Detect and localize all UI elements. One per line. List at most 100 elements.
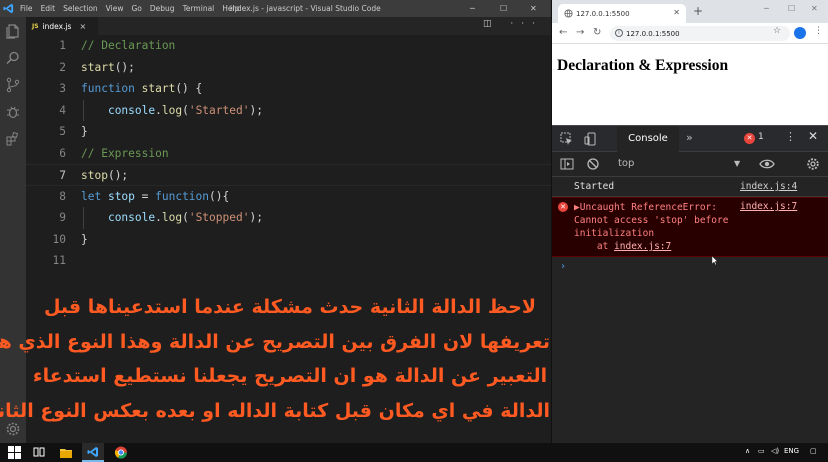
chevron-down-icon[interactable]: ▼	[734, 159, 740, 168]
inspect-element-icon[interactable]	[560, 132, 574, 146]
devtools-menu-icon[interactable]: ⋮	[785, 130, 796, 143]
code-line[interactable]: 11	[26, 250, 551, 272]
code-line[interactable]: 3 function start() {	[26, 78, 551, 100]
code-line[interactable]: 6 // Expression	[26, 143, 551, 165]
console-prompt[interactable]: ›	[560, 261, 566, 272]
menu-item-edit[interactable]: Edit	[37, 4, 60, 13]
code-token: (	[182, 103, 189, 117]
log-source-link[interactable]: index.js:4	[740, 181, 797, 192]
menu-item-selection[interactable]: Selection	[59, 4, 102, 13]
bookmark-star-icon[interactable]: ☆	[773, 26, 781, 36]
profile-avatar-icon[interactable]	[794, 27, 806, 39]
code-text: console.log('Started');	[81, 100, 263, 122]
device-toolbar-icon[interactable]	[584, 132, 598, 146]
error-line-1[interactable]: ▶Uncaught ReferenceError:	[574, 201, 717, 214]
network-icon[interactable]: ▭	[758, 447, 765, 455]
code-line[interactable]: 5}	[26, 121, 551, 143]
menu-item-file[interactable]: File	[16, 4, 37, 13]
tray-arrow-icon[interactable]: ∧	[745, 447, 750, 455]
code-line[interactable]: 2 start();	[26, 57, 551, 79]
menu-bar: File Edit Selection View Go Debug Terminal Help	[16, 4, 243, 13]
tab-label: index.js	[42, 21, 72, 31]
close-tab-icon[interactable]: ×	[79, 22, 86, 31]
code-text: }	[81, 229, 88, 251]
code-token: 'Started'	[188, 103, 250, 117]
code-text: function start() {	[81, 78, 202, 100]
code-line[interactable]: 10}	[26, 229, 551, 251]
browser-menu-icon[interactable]: ⋮	[814, 26, 823, 36]
reload-icon[interactable]: ↻	[593, 27, 601, 38]
browser-tab[interactable]: 127.0.0.1:5500 ✕	[558, 4, 686, 23]
code-token: }	[81, 232, 88, 246]
context-select[interactable]: top	[618, 158, 634, 169]
file-explorer-icon[interactable]	[59, 445, 73, 460]
eye-icon[interactable]	[759, 158, 775, 170]
console-settings-gear-icon[interactable]	[806, 157, 820, 171]
error-source-link[interactable]: index.js:7	[740, 201, 797, 212]
line-number: 1	[59, 39, 66, 52]
menu-item-view[interactable]: View	[102, 4, 128, 13]
line-number: 6	[59, 146, 66, 160]
minimize-icon[interactable]: ─	[470, 0, 475, 17]
line-number: 10	[52, 232, 66, 246]
split-editor-icon[interactable]: ◫ ···	[483, 19, 543, 29]
close-window-icon[interactable]: ✕	[530, 0, 537, 17]
code-line[interactable]: 9 console.log('Stopped');	[26, 207, 551, 229]
menu-item-terminal[interactable]: Terminal	[179, 4, 219, 13]
line-number: 2	[59, 60, 66, 74]
code-text: // Declaration	[81, 35, 175, 57]
error-badge-icon[interactable]: ✕	[744, 133, 755, 144]
back-arrow-icon[interactable]: ←	[559, 27, 567, 38]
caption-line: التعبير عن الدالة هو ان التصريح يجعلنا ن…	[32, 365, 548, 387]
code-token: stop	[107, 189, 135, 203]
code-line[interactable]: 8 let stop = function(){	[26, 186, 551, 208]
search-icon[interactable]	[5, 50, 21, 66]
chrome-taskbar-icon[interactable]	[114, 445, 128, 460]
minimize-icon[interactable]: ─	[764, 4, 769, 13]
extensions-icon[interactable]	[5, 131, 21, 147]
error-line-3: initialization	[574, 228, 655, 239]
info-icon[interactable]: i	[615, 29, 623, 37]
notifications-icon[interactable]: ▢	[810, 447, 817, 455]
window-title: index.js - javascript - Visual Studio Co…	[230, 4, 381, 13]
tab-index-js[interactable]: JS index.js ×	[26, 17, 98, 35]
mouse-cursor-icon	[712, 256, 718, 265]
code-token: // Expression	[81, 146, 169, 160]
code-text: start();	[81, 57, 135, 79]
clear-console-icon[interactable]	[586, 157, 600, 171]
code-line[interactable]: 4 console.log('Started');	[26, 100, 551, 122]
sidebar-toggle-icon[interactable]	[560, 157, 574, 171]
code-line[interactable]: 1 // Declaration	[26, 35, 551, 57]
explorer-icon[interactable]	[5, 23, 21, 39]
menu-item-go[interactable]: Go	[127, 4, 145, 13]
stack-prefix: at	[574, 241, 615, 252]
activity-bar	[0, 17, 26, 443]
stack-source-link[interactable]: index.js:7	[614, 241, 671, 252]
maximize-icon[interactable]: ☐	[788, 4, 795, 13]
input-language[interactable]: ENG	[784, 447, 799, 455]
task-view-icon[interactable]	[33, 445, 45, 460]
source-control-icon[interactable]	[5, 77, 21, 93]
error-icon: ✕	[558, 202, 568, 212]
tab-console[interactable]: Console	[617, 126, 679, 152]
code-token: let	[81, 189, 108, 203]
url-field[interactable]: i 127.0.0.1:5500	[610, 26, 790, 41]
debug-icon[interactable]	[5, 104, 21, 120]
menu-item-debug[interactable]: Debug	[146, 4, 179, 13]
console-output[interactable]: Started index.js:4 ✕ ▶Uncaught Reference…	[552, 177, 828, 444]
maximize-icon[interactable]: ☐	[500, 0, 507, 17]
new-tab-icon[interactable]: +	[693, 4, 703, 18]
error-count[interactable]: 1	[758, 132, 764, 142]
windows-start-icon[interactable]	[8, 445, 21, 460]
forward-arrow-icon[interactable]: →	[576, 27, 584, 38]
web-page-viewport: Declaration & Expression	[552, 45, 828, 125]
volume-icon[interactable]: ◁)	[771, 447, 779, 455]
vscode-taskbar-icon	[87, 447, 98, 457]
taskbar-vscode-active[interactable]	[82, 443, 104, 462]
close-devtools-icon[interactable]: ✕	[808, 129, 818, 143]
close-window-icon[interactable]: ✕	[811, 4, 818, 13]
code-line[interactable]: 7 stop();	[26, 164, 551, 186]
more-tabs-icon[interactable]: »	[686, 131, 693, 144]
close-tab-icon[interactable]: ✕	[673, 8, 680, 17]
code-token: log	[161, 103, 183, 117]
